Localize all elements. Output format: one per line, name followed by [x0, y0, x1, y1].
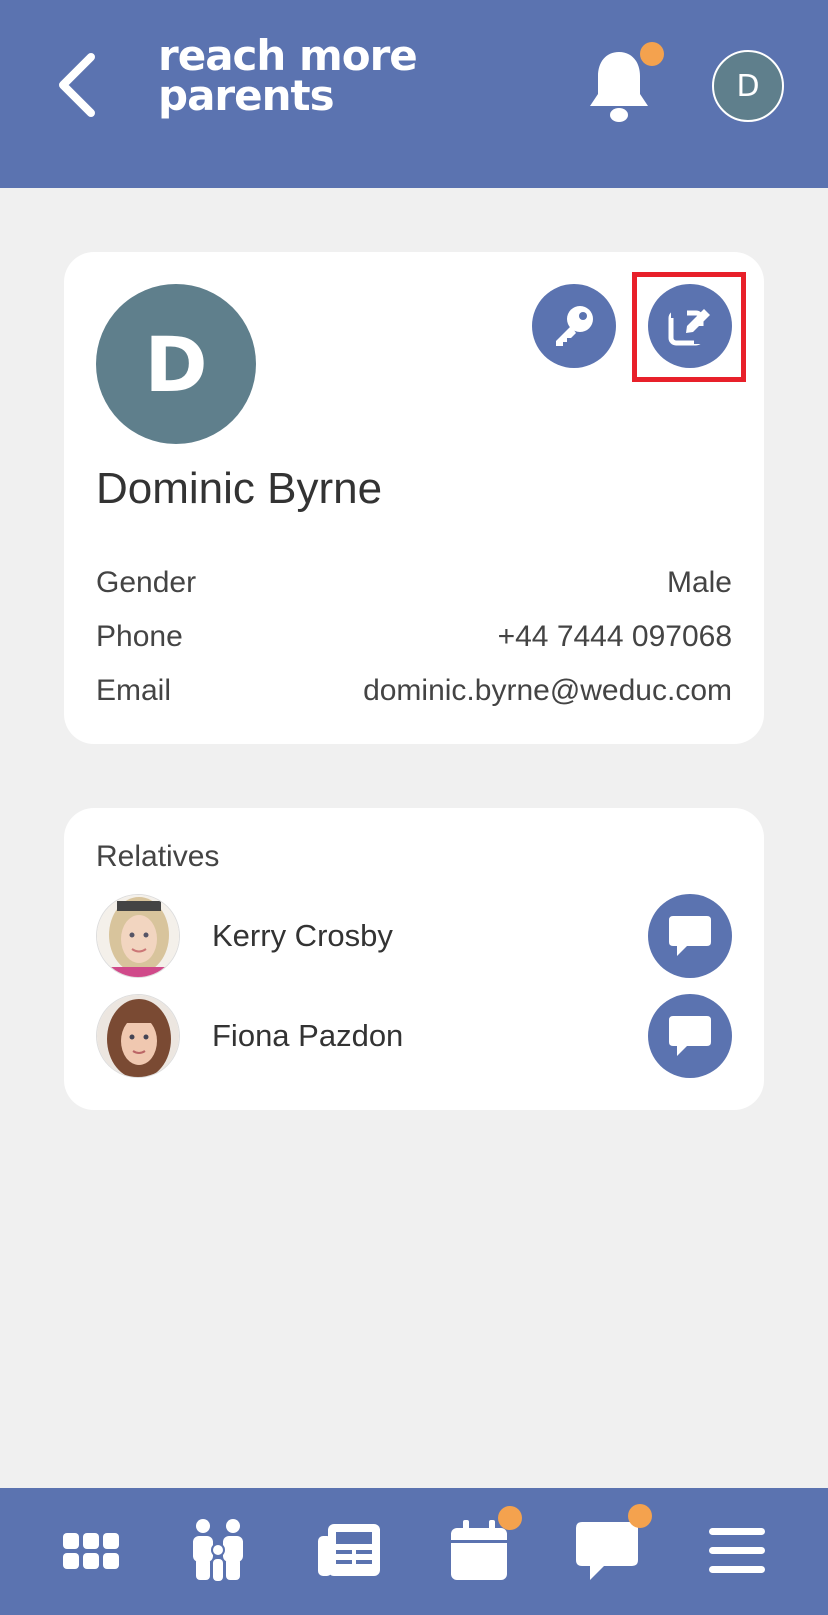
relative-photo: [96, 894, 180, 978]
selection-highlight: [632, 272, 746, 382]
list-item[interactable]: Fiona Pazdon: [96, 994, 732, 1078]
profile-card: D Dominic Byrne Gender Male Phone +44 74…: [64, 252, 764, 744]
relative-name: Fiona Pazdon: [212, 1018, 404, 1053]
messages-badge: [628, 1504, 652, 1528]
nav-news[interactable]: [314, 1516, 384, 1586]
family-icon: [193, 1519, 243, 1582]
message-button[interactable]: [648, 994, 732, 1078]
calendar-badge: [498, 1506, 522, 1530]
apps-grid-icon: [63, 1533, 119, 1569]
chat-icon: [669, 916, 711, 956]
info-row-phone: Phone +44 7444 097068: [96, 620, 732, 654]
logo-line-2: parents: [158, 71, 335, 120]
back-chevron-icon: [59, 53, 95, 117]
notification-badge: [640, 42, 664, 66]
phone-label: Phone: [96, 620, 183, 653]
bottom-navigation: [0, 1488, 828, 1615]
relatives-card: Relatives Kerry Crosby Fiona Pazdon: [64, 808, 764, 1110]
logo-line-1: reach more: [158, 31, 418, 80]
info-row-gender: Gender Male: [96, 566, 732, 600]
app-logo: reach more parents: [158, 31, 418, 120]
menu-icon: [709, 1528, 765, 1573]
nav-menu[interactable]: [702, 1516, 772, 1586]
gender-value: Male: [666, 566, 732, 599]
gender-label: Gender: [96, 566, 197, 599]
nav-family[interactable]: [184, 1516, 254, 1586]
nav-calendar[interactable]: [444, 1506, 522, 1586]
info-row-email: Email dominic.byrne@weduc.com: [96, 674, 732, 708]
nav-messages[interactable]: [572, 1504, 652, 1586]
user-avatar[interactable]: D: [712, 50, 784, 122]
profile-name: Dominic Byrne: [96, 464, 383, 513]
notifications-button[interactable]: [586, 42, 664, 126]
email-value[interactable]: dominic.byrne@weduc.com: [363, 674, 732, 708]
list-item[interactable]: Kerry Crosby: [96, 894, 732, 978]
chat-icon: [576, 1522, 638, 1580]
app-header: reach more parents D: [0, 0, 828, 188]
relative-name: Kerry Crosby: [212, 918, 393, 953]
change-password-button[interactable]: [532, 284, 616, 368]
calendar-icon: [451, 1520, 507, 1580]
email-label: Email: [96, 674, 172, 707]
key-icon: [556, 306, 593, 346]
chat-icon: [669, 1016, 711, 1056]
nav-apps[interactable]: [56, 1516, 126, 1586]
relatives-heading: Relatives: [96, 840, 220, 873]
profile-avatar: D: [96, 284, 256, 444]
message-button[interactable]: [648, 894, 732, 978]
relative-photo: [96, 994, 180, 1078]
newspaper-icon: [318, 1524, 380, 1576]
back-button[interactable]: [52, 50, 102, 120]
phone-value[interactable]: +44 7444 097068: [498, 620, 732, 654]
